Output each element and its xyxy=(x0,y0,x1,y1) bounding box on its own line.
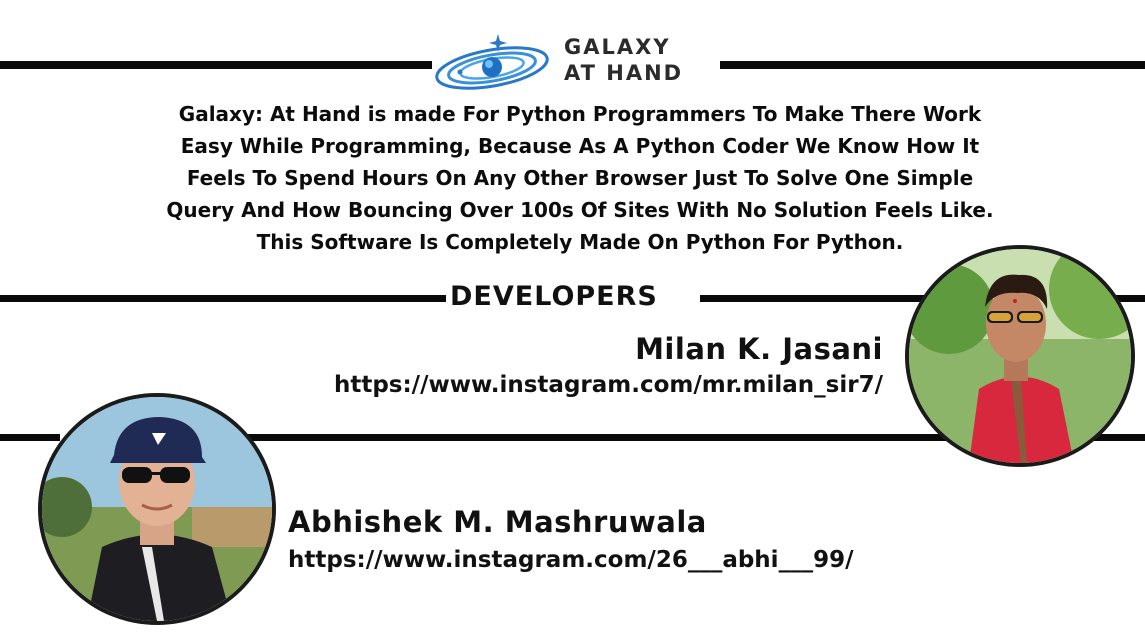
developer-name-abhishek: Abhishek M. Mashruwala xyxy=(288,505,707,539)
developers-rule-left xyxy=(0,295,446,302)
description-line: Galaxy: At Hand is made For Python Progr… xyxy=(178,102,982,126)
app-description: Galaxy: At Hand is made For Python Progr… xyxy=(80,98,1080,258)
brand-name: GALAXY AT HAND xyxy=(564,34,683,86)
abhishek-portrait-icon xyxy=(42,397,272,621)
app-logo: GALAXY AT HAND xyxy=(432,30,717,94)
description-line: This Software Is Completely Made On Pyth… xyxy=(256,230,904,254)
developers-heading: DEVELOPERS xyxy=(446,280,662,314)
middle-rule-left xyxy=(0,434,60,441)
developer-name-milan: Milan K. Jasani xyxy=(635,332,883,366)
description-line: Easy While Programming, Because As A Pyt… xyxy=(180,134,980,158)
description-line: Query And How Bouncing Over 100s Of Site… xyxy=(166,198,994,222)
top-rule-right xyxy=(720,61,1145,69)
developer-link-milan[interactable]: https://www.instagram.com/mr.milan_sir7/ xyxy=(334,372,883,398)
top-rule-left xyxy=(0,61,432,69)
brand-line-2: AT HAND xyxy=(564,61,684,85)
galaxy-logo-icon xyxy=(435,34,549,90)
description-line: Feels To Spend Hours On Any Other Browse… xyxy=(186,166,974,190)
milan-portrait-icon xyxy=(909,249,1131,463)
developer-link-abhishek[interactable]: https://www.instagram.com/26___abhi___99… xyxy=(288,547,853,573)
brand-line-1: GALAXY xyxy=(564,35,671,59)
developer-photo-abhishek xyxy=(38,393,276,625)
developer-photo-milan xyxy=(905,245,1135,467)
